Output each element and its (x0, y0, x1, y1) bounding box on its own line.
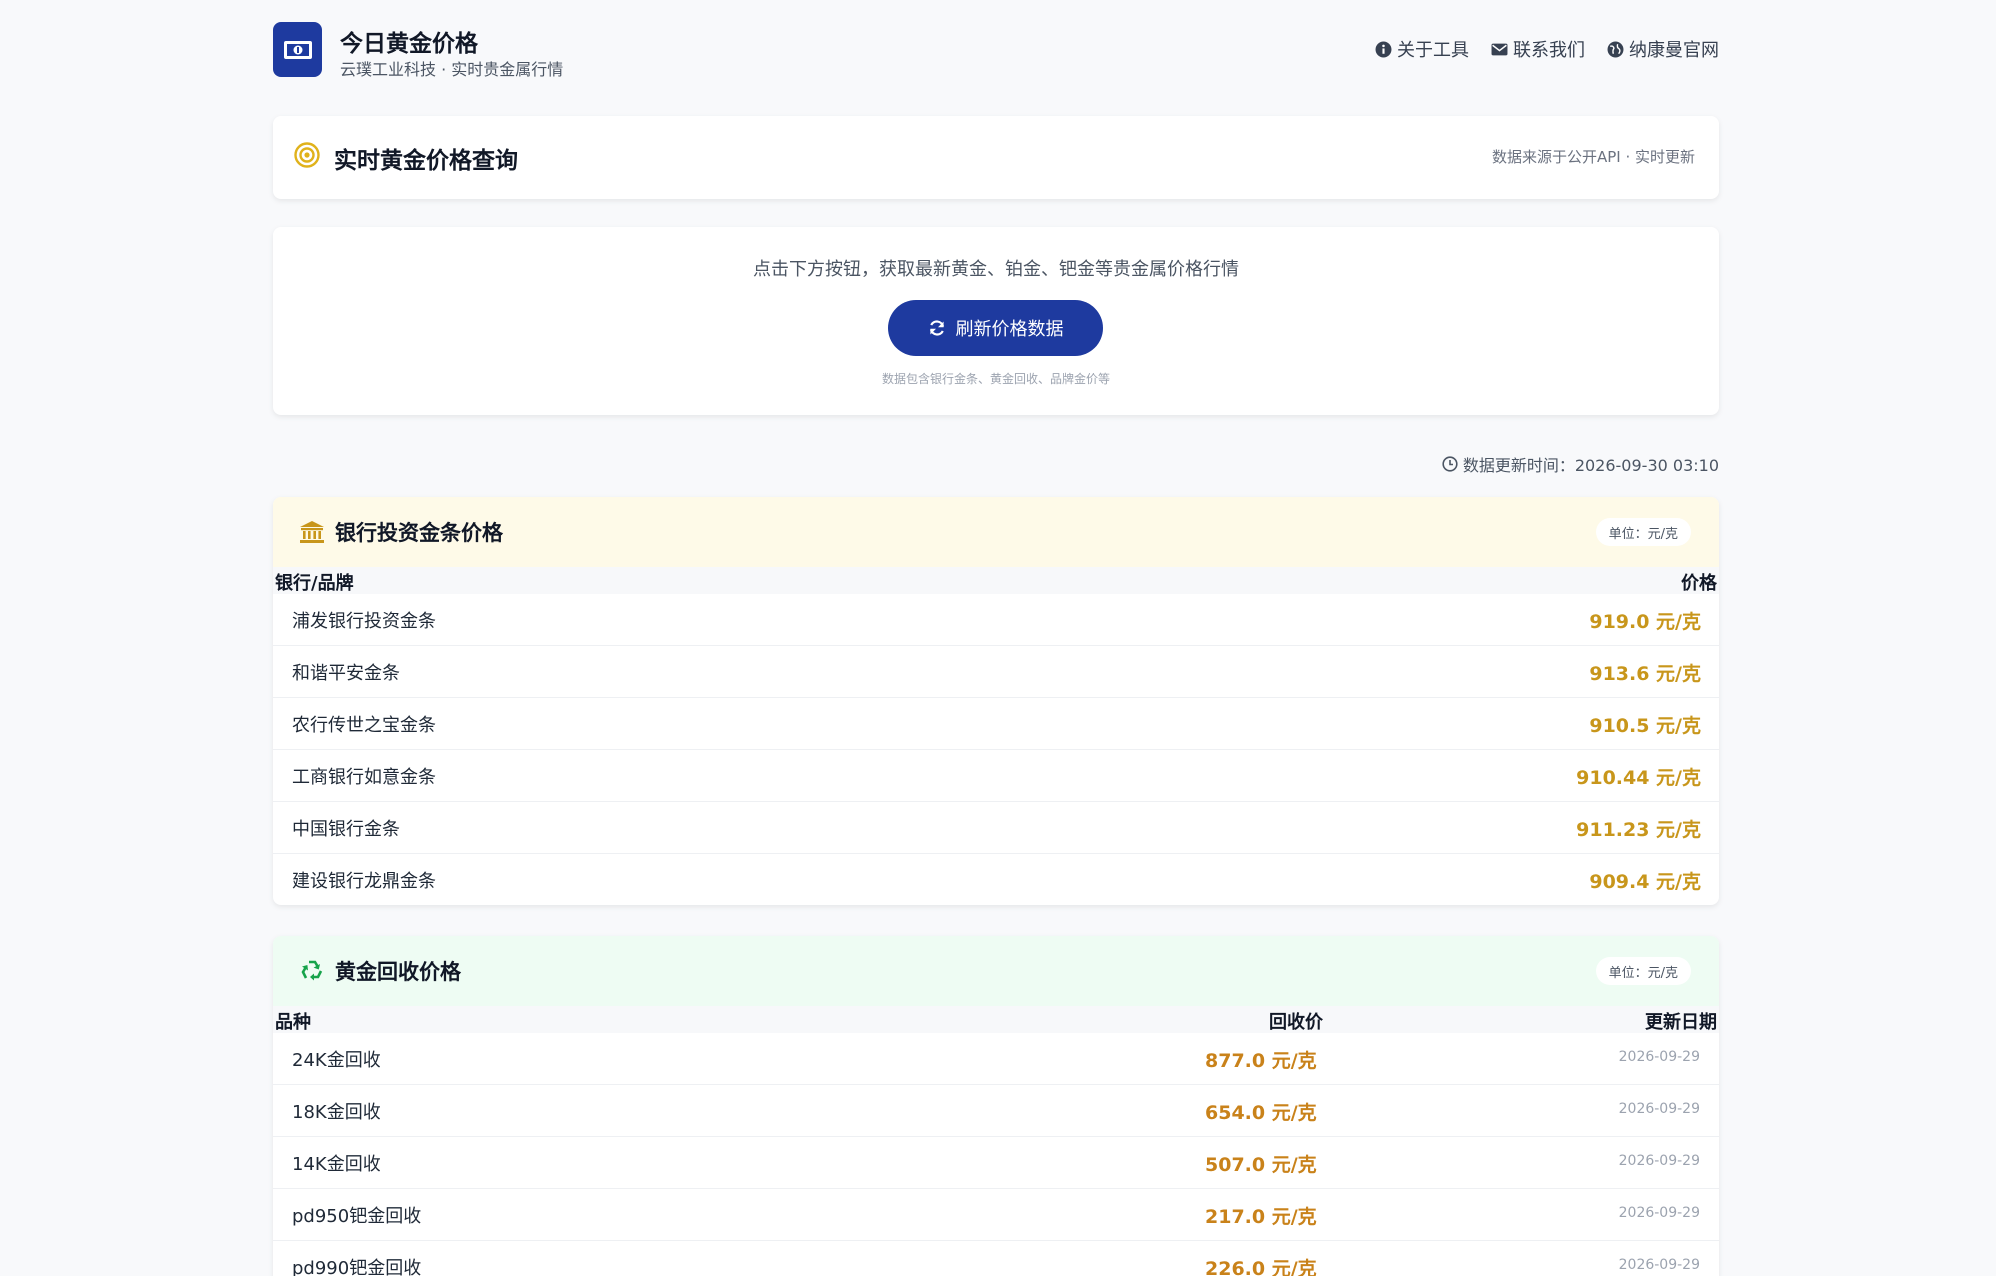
row-price: 217.0 元/克 (1205, 1206, 1317, 1228)
row-date: 2026-09-29 (1618, 1257, 1700, 1273)
refresh-description: 点击下方按钮，获取最新黄金、铂金、钯金等贵金属价格行情 (753, 259, 1239, 280)
refresh-button[interactable]: 刷新价格数据 (888, 300, 1103, 356)
bank-column-headers: 银行/品牌 价格 (273, 567, 1719, 594)
site-header: 今日黄金价格 云璞工业科技 · 实时贵金属行情 关于工具 联系我们 纳康曼官网 (273, 22, 1719, 79)
row-price: 654.0 元/克 (1205, 1102, 1317, 1124)
row-name: 14K金回收 (292, 1154, 381, 1175)
globe-icon (1607, 41, 1624, 57)
table-row: 浦发银行投资金条 919.0 元/克 (273, 594, 1719, 646)
row-name: 24K金回收 (292, 1050, 381, 1071)
table-row: 建设银行龙鼎金条 909.4 元/克 (273, 854, 1719, 905)
row-date: 2026-09-29 (1618, 1101, 1700, 1117)
column-header-price: 价格 (1681, 573, 1717, 594)
recycle-column-headers: 品种 回收价 更新日期 (273, 1006, 1719, 1033)
nav-website-link[interactable]: 纳康曼官网 (1607, 36, 1719, 62)
query-title: 实时黄金价格查询 (334, 148, 518, 174)
row-price: 911.23 元/克 (1576, 819, 1701, 841)
row-price: 909.4 元/克 (1589, 871, 1701, 893)
row-name: 工商银行如意金条 (292, 767, 436, 788)
unit-badge: 单位：元/克 (1595, 518, 1691, 546)
page: 今日黄金价格 云璞工业科技 · 实时贵金属行情 关于工具 联系我们 纳康曼官网 … (0, 0, 1996, 1276)
data-source-note: 数据来源于公开API · 实时更新 (1491, 148, 1695, 166)
bank-table-header: 银行投资金条价格 单位：元/克 (273, 497, 1719, 567)
table-row: pd990钯金回收 226.0 元/克 2026-09-29 (273, 1241, 1719, 1276)
table-row: 和谐平安金条 913.6 元/克 (273, 646, 1719, 698)
column-header-type: 品种 (275, 1012, 311, 1033)
row-name: pd990钯金回收 (292, 1258, 422, 1276)
row-price: 226.0 元/克 (1205, 1258, 1317, 1276)
unit-badge: 单位：元/克 (1595, 957, 1691, 985)
row-name: 18K金回收 (292, 1102, 381, 1123)
table-row: 农行传世之宝金条 910.5 元/克 (273, 698, 1719, 750)
recycle-table-body: 24K金回收 877.0 元/克 2026-09-29 18K金回收 654.0… (273, 1033, 1719, 1276)
row-price: 507.0 元/克 (1205, 1154, 1317, 1176)
site-subtitle: 云璞工业科技 · 实时贵金属行情 (340, 60, 564, 79)
update-time-text: 数据更新时间：2026-09-30 03:10 (1462, 456, 1719, 475)
table-row: 中国银行金条 911.23 元/克 (273, 802, 1719, 854)
nav-website-label: 纳康曼官网 (1629, 40, 1719, 61)
table-row: 18K金回收 654.0 元/克 2026-09-29 (273, 1085, 1719, 1137)
nav-contact-label: 联系我们 (1513, 40, 1585, 61)
info-icon (1375, 41, 1392, 57)
nav-contact-link[interactable]: 联系我们 (1491, 36, 1585, 62)
update-time: 数据更新时间：2026-09-30 03:10 (1442, 452, 1719, 476)
column-header-update-date: 更新日期 (1645, 1012, 1717, 1033)
column-header-bank: 银行/品牌 (275, 573, 354, 594)
refresh-icon (929, 320, 944, 336)
row-price: 910.5 元/克 (1589, 715, 1701, 737)
refresh-card: 点击下方按钮，获取最新黄金、铂金、钯金等贵金属价格行情 刷新价格数据 数据包含银… (273, 227, 1719, 415)
recycle-table-title: 黄金回收价格 (335, 960, 461, 984)
query-title-card: 实时黄金价格查询 数据来源于公开API · 实时更新 (273, 116, 1719, 199)
row-name: 和谐平安金条 (292, 663, 400, 684)
row-date: 2026-09-29 (1618, 1153, 1700, 1169)
bank-gold-bar-table: 银行投资金条价格 单位：元/克 银行/品牌 价格 浦发银行投资金条 919.0 … (273, 497, 1719, 905)
refresh-button-label: 刷新价格数据 (955, 319, 1064, 340)
clock-icon (1442, 456, 1458, 472)
table-row: 24K金回收 877.0 元/克 2026-09-29 (273, 1033, 1719, 1085)
bank-icon (300, 521, 324, 543)
row-price: 910.44 元/克 (1576, 767, 1701, 789)
site-title: 今日黄金价格 (340, 31, 478, 57)
table-row: pd950钯金回收 217.0 元/克 2026-09-29 (273, 1189, 1719, 1241)
row-name: 农行传世之宝金条 (292, 715, 436, 736)
money-icon[interactable] (273, 22, 322, 77)
target-icon (294, 142, 320, 168)
nav-about-label: 关于工具 (1397, 40, 1469, 61)
row-price: 913.6 元/克 (1589, 663, 1701, 685)
row-name: 浦发银行投资金条 (292, 611, 436, 632)
bank-table-body: 浦发银行投资金条 919.0 元/克 和谐平安金条 913.6 元/克 农行传世… (273, 594, 1719, 905)
refresh-note: 数据包含银行金条、黄金回收、品牌金价等 (881, 372, 1110, 386)
row-date: 2026-09-29 (1618, 1205, 1700, 1221)
row-name: 中国银行金条 (292, 819, 400, 840)
row-name: pd950钯金回收 (292, 1206, 422, 1227)
nav-about-link[interactable]: 关于工具 (1375, 36, 1469, 62)
bank-table-title: 银行投资金条价格 (335, 521, 503, 545)
row-price: 877.0 元/克 (1205, 1050, 1317, 1072)
row-name: 建设银行龙鼎金条 (292, 871, 436, 892)
recycle-icon (301, 960, 323, 981)
table-row: 14K金回收 507.0 元/克 2026-09-29 (273, 1137, 1719, 1189)
recycle-table-header: 黄金回收价格 单位：元/克 (273, 936, 1719, 1006)
row-date: 2026-09-29 (1618, 1049, 1700, 1065)
gold-recycle-table: 黄金回收价格 单位：元/克 品种 回收价 更新日期 24K金回收 877.0 元… (273, 936, 1719, 1276)
column-header-recycle-price: 回收价 (1269, 1012, 1323, 1033)
top-nav: 关于工具 联系我们 纳康曼官网 (1375, 36, 1719, 62)
envelope-icon (1491, 43, 1508, 55)
row-price: 919.0 元/克 (1589, 611, 1701, 633)
table-row: 工商银行如意金条 910.44 元/克 (273, 750, 1719, 802)
